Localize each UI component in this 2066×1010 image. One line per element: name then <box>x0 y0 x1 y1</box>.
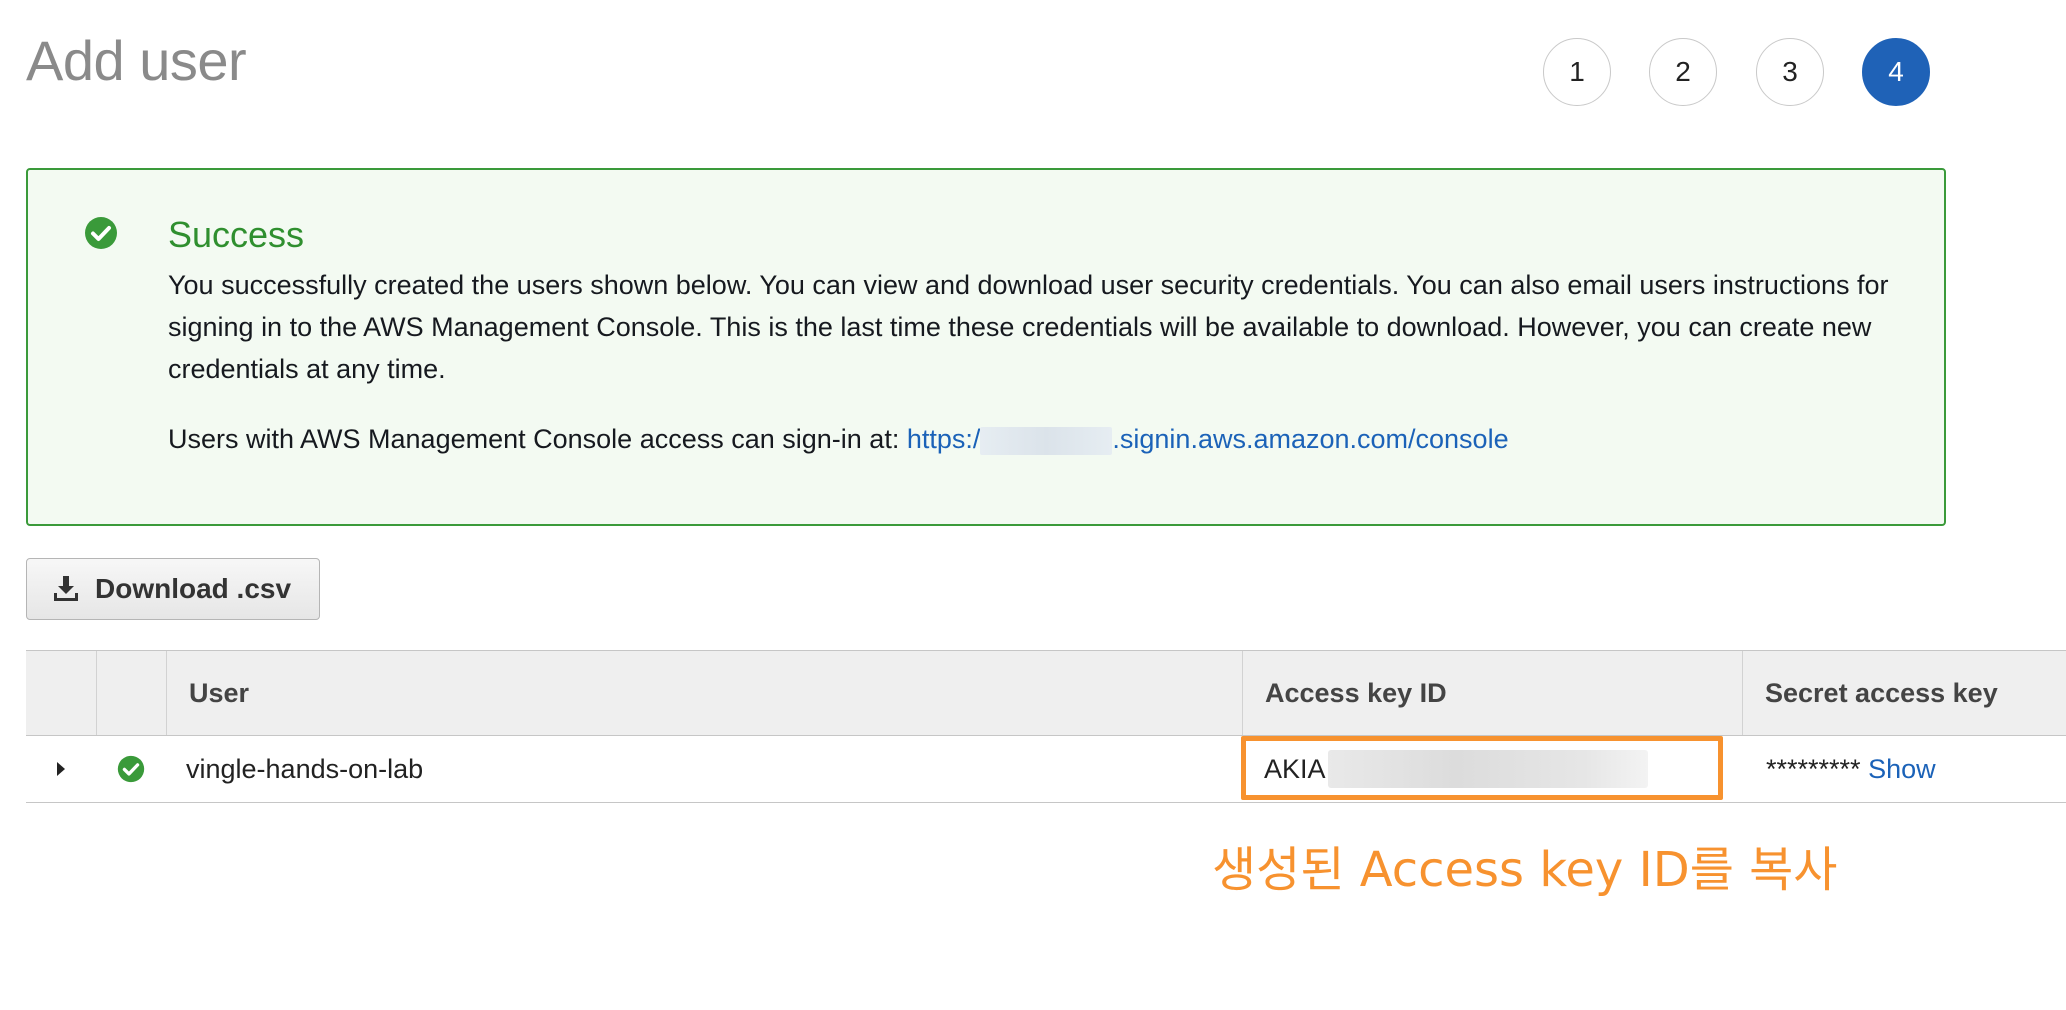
expand-column-header <box>26 651 96 735</box>
users-table: User Access key ID Secret access key vin… <box>26 650 2066 803</box>
download-csv-button[interactable]: Download .csv <box>26 558 320 620</box>
step-2[interactable]: 2 <box>1649 38 1717 106</box>
secret-masked: ********* <box>1766 753 1861 784</box>
show-secret-link[interactable]: Show <box>1868 754 1936 785</box>
console-signin-link[interactable]: https:/ .signin.aws.amazon.com/console <box>906 424 1509 455</box>
alert-title: Success <box>168 214 305 255</box>
signin-link-start: https:/ <box>906 424 981 454</box>
success-alert: Success You successfully created the use… <box>26 168 1946 526</box>
status-column-header <box>96 651 166 735</box>
wizard-steps: 1 2 3 4 <box>1543 38 1931 108</box>
redacted-account-id <box>980 426 1113 455</box>
access-key-highlight-box <box>1241 736 1723 800</box>
column-user[interactable]: User <box>166 651 1242 735</box>
alert-body: You successfully created the users shown… <box>168 270 1889 384</box>
caret-right-icon <box>57 762 65 776</box>
signin-link-end: .signin.aws.amazon.com/console <box>1112 424 1509 454</box>
download-icon <box>54 576 78 601</box>
secret-key-cell: ********* Show <box>1766 736 1936 802</box>
annotation-text: 생성된 Access key ID를 복사 <box>1212 842 1838 898</box>
table-header: User Access key ID Secret access key <box>26 650 2066 736</box>
table-row: vingle-hands-on-lab AKIA ********* Show <box>26 736 2066 803</box>
check-circle-icon <box>117 755 145 783</box>
signin-prefix: Users with AWS Management Console access… <box>168 424 900 454</box>
download-button-label: Download .csv <box>95 573 292 604</box>
step-3[interactable]: 3 <box>1756 38 1824 106</box>
page-title: Add user <box>26 29 247 92</box>
signin-info: Users with AWS Management Console access… <box>168 418 1509 460</box>
column-access-key-id[interactable]: Access key ID <box>1242 651 1742 735</box>
step-1[interactable]: 1 <box>1543 38 1611 106</box>
step-4[interactable]: 4 <box>1862 38 1930 106</box>
check-circle-icon <box>85 217 117 249</box>
user-name-cell: vingle-hands-on-lab <box>186 753 424 784</box>
column-secret-access-key[interactable]: Secret access key <box>1742 651 2066 735</box>
row-status <box>96 736 166 802</box>
expand-row-toggle[interactable] <box>26 736 96 802</box>
